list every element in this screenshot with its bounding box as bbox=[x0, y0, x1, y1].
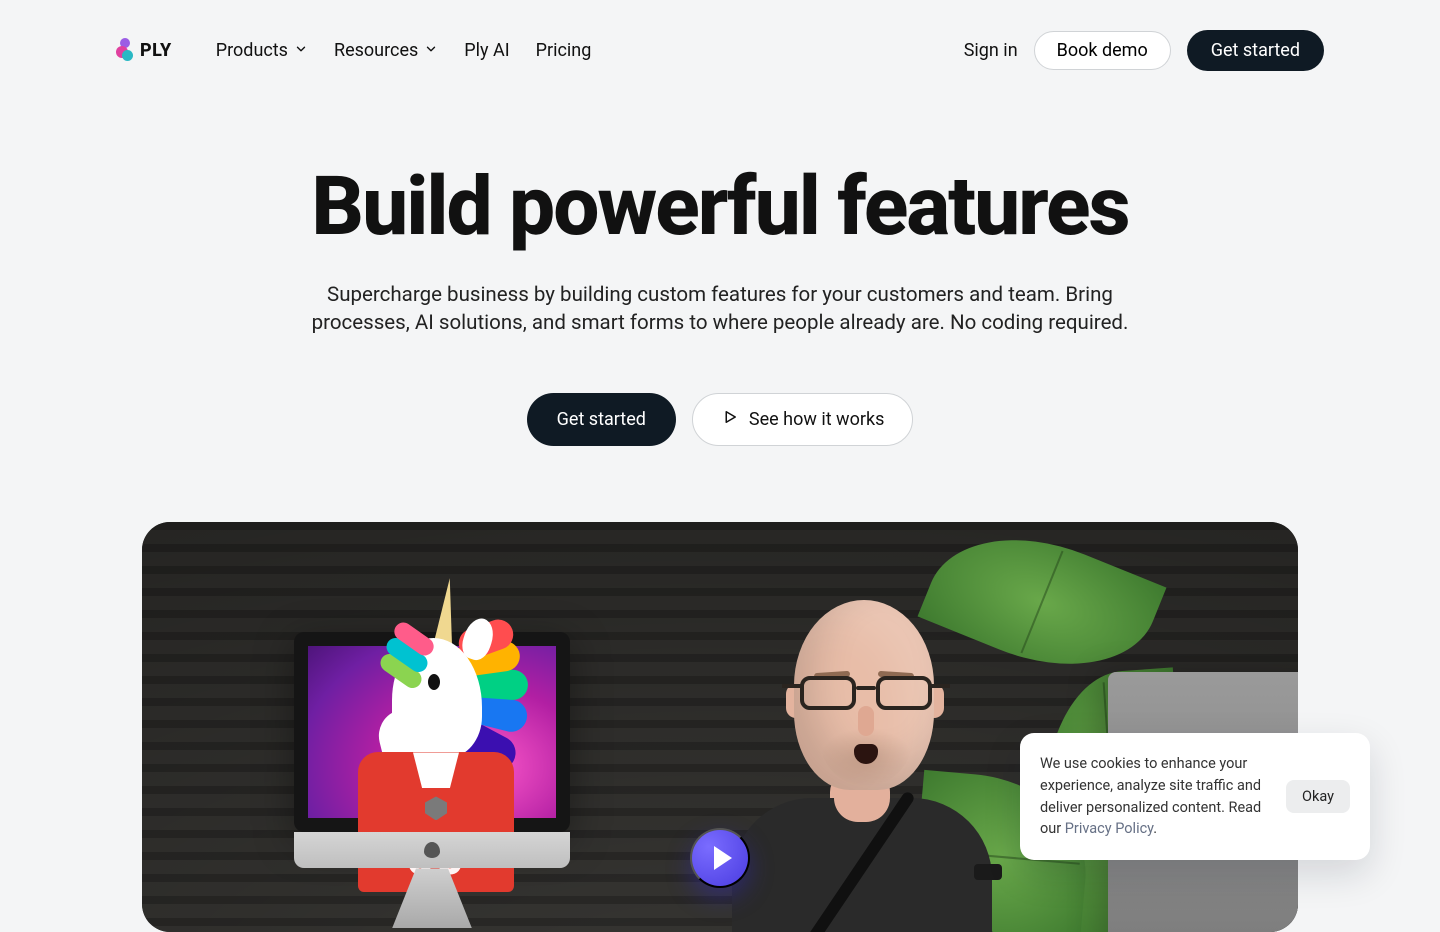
unicorn-illustration: 00 bbox=[332, 588, 532, 868]
nav-products-label: Products bbox=[216, 40, 288, 61]
imac-prop: 00 bbox=[294, 632, 570, 932]
chevron-down-icon bbox=[424, 40, 438, 61]
privacy-policy-link[interactable]: Privacy Policy bbox=[1065, 820, 1154, 837]
site-header: PLY Products Resources Ply AI Pricing Si… bbox=[0, 0, 1440, 76]
hero-subhead: Supercharge business by building custom … bbox=[310, 282, 1130, 337]
nav-ply-ai-label: Ply AI bbox=[464, 40, 509, 61]
brand-logo[interactable]: PLY bbox=[116, 38, 172, 62]
chevron-down-icon bbox=[294, 40, 308, 61]
apple-logo-icon bbox=[424, 842, 440, 858]
nav-products[interactable]: Products bbox=[216, 40, 308, 61]
logo-mark bbox=[116, 38, 134, 62]
play-outline-icon bbox=[721, 408, 739, 431]
primary-nav: Products Resources Ply AI Pricing bbox=[216, 40, 592, 61]
cookie-accept-button[interactable]: Okay bbox=[1286, 780, 1350, 813]
book-demo-button[interactable]: Book demo bbox=[1034, 31, 1171, 70]
play-button[interactable] bbox=[690, 828, 750, 888]
hero-section: Build powerful features Supercharge busi… bbox=[0, 76, 1440, 446]
cookie-banner: We use cookies to enhance your experienc… bbox=[1020, 733, 1370, 860]
nav-ply-ai[interactable]: Ply AI bbox=[464, 40, 509, 61]
glasses-icon bbox=[800, 676, 932, 716]
microphone-mount bbox=[974, 864, 1002, 880]
cookie-text-after: . bbox=[1153, 820, 1157, 837]
nav-resources[interactable]: Resources bbox=[334, 40, 438, 61]
hero-see-how-button[interactable]: See how it works bbox=[692, 393, 913, 446]
cookie-text: We use cookies to enhance your experienc… bbox=[1040, 753, 1272, 840]
nav-resources-label: Resources bbox=[334, 40, 418, 61]
nav-pricing-label: Pricing bbox=[536, 40, 592, 61]
header-actions: Sign in Book demo Get started bbox=[964, 30, 1324, 71]
hero-headline: Build powerful features bbox=[0, 164, 1440, 250]
get-started-button[interactable]: Get started bbox=[1187, 30, 1324, 71]
play-icon bbox=[714, 846, 732, 870]
hero-get-started-button[interactable]: Get started bbox=[527, 393, 676, 446]
brand-name: PLY bbox=[140, 40, 172, 61]
hero-cta-row: Get started See how it works bbox=[0, 393, 1440, 446]
sign-in-link[interactable]: Sign in bbox=[964, 40, 1018, 61]
hero-see-how-label: See how it works bbox=[749, 409, 884, 430]
hero-video-card[interactable]: 00 bbox=[142, 522, 1298, 932]
nav-pricing[interactable]: Pricing bbox=[536, 40, 592, 61]
presenter-figure bbox=[702, 576, 1022, 932]
